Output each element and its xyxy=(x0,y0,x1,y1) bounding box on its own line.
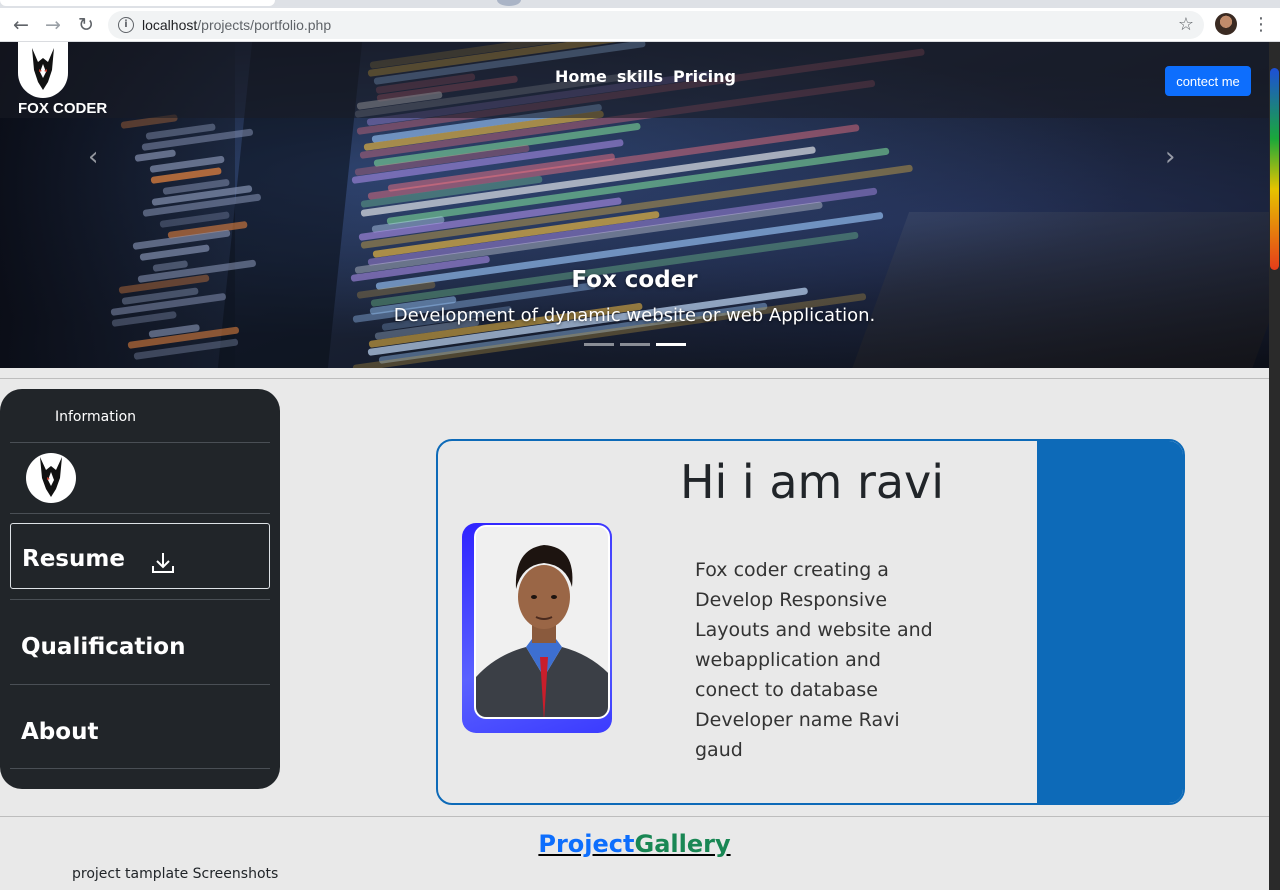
hero-carousel: FOX CODER Home skills Pricing contect me… xyxy=(0,42,1269,368)
logo[interactable] xyxy=(18,42,68,98)
sidebar-item-qualification[interactable]: Qualification xyxy=(21,634,185,660)
carousel-indicators xyxy=(584,343,686,346)
navbar: FOX CODER Home skills Pricing contect me xyxy=(0,42,1269,118)
intro-text: Fox coder creating a Develop Responsive … xyxy=(695,559,933,761)
resume-label: Resume xyxy=(22,546,125,572)
scrollbar[interactable] xyxy=(1269,42,1280,890)
profile-avatar[interactable] xyxy=(1215,13,1237,35)
sidebar-divider xyxy=(10,684,270,685)
new-tab-icon[interactable] xyxy=(497,0,521,6)
url-path: /projects/portfolio.php xyxy=(197,17,332,33)
gallery-title[interactable]: ProjectGallery xyxy=(0,830,1269,858)
person-photo xyxy=(476,527,608,717)
contact-button[interactable]: contect me xyxy=(1165,66,1251,96)
divider xyxy=(0,378,1269,379)
back-arrow-icon[interactable]: ← xyxy=(8,12,34,38)
carousel-prev-icon[interactable]: ‹ xyxy=(88,142,98,172)
intro-heading-text: Hi i am ravi xyxy=(679,455,945,509)
kebab-menu-icon[interactable]: ⋮ xyxy=(1252,12,1270,38)
gallery-title-part1: Project xyxy=(538,830,635,858)
browser-toolbar: ← → ↻ i localhost/projects/portfolio.php… xyxy=(0,8,1280,42)
active-tab[interactable] xyxy=(0,0,275,6)
download-icon[interactable] xyxy=(150,550,176,576)
divider xyxy=(0,816,1269,817)
star-icon[interactable]: ☆ xyxy=(1178,14,1194,35)
url-text[interactable]: localhost/projects/portfolio.php xyxy=(142,17,331,33)
fox-logo-icon xyxy=(32,48,54,90)
main-nav: Home skills Pricing xyxy=(555,67,736,86)
nav-pricing[interactable]: Pricing xyxy=(673,67,736,86)
intro-card: Hi i am ravi Fox coder creating a Develo… xyxy=(436,439,1185,805)
avatar xyxy=(26,453,76,503)
page-viewport: FOX CODER Home skills Pricing contect me… xyxy=(0,42,1269,890)
gallery-title-part2: Gallery xyxy=(634,830,731,858)
intro-heading: Hi i am ravi xyxy=(438,455,1183,509)
sidebar-divider xyxy=(10,768,270,769)
scrollbar-thumb[interactable] xyxy=(1270,68,1279,270)
sidebar-title: Information xyxy=(55,409,137,425)
tab-strip xyxy=(0,0,1280,8)
profile-photo xyxy=(474,525,610,719)
reload-icon[interactable]: ↻ xyxy=(73,12,99,38)
sidebar-divider xyxy=(10,442,270,443)
carousel-caption-title: Fox coder xyxy=(571,267,698,293)
resume-button[interactable]: Resume xyxy=(10,523,270,589)
sidebar-divider xyxy=(10,513,270,514)
nav-home[interactable]: Home xyxy=(555,67,607,86)
carousel-indicator-3[interactable] xyxy=(656,343,686,346)
nav-skills[interactable]: skills xyxy=(617,67,663,86)
forward-arrow-icon[interactable]: → xyxy=(40,12,66,38)
sidebar-divider xyxy=(10,599,270,600)
carousel-indicator-1[interactable] xyxy=(584,343,614,346)
sidebar-item-about[interactable]: About xyxy=(21,719,98,745)
gallery-subtitle: project tamplate Screenshots xyxy=(72,866,279,882)
fox-logo-icon xyxy=(40,457,62,497)
profile-photo-frame xyxy=(462,523,612,733)
info-icon[interactable]: i xyxy=(118,17,134,33)
brand-name[interactable]: FOX CODER xyxy=(18,100,107,117)
address-bar[interactable]: i localhost/projects/portfolio.php ☆ xyxy=(108,11,1204,39)
info-sidebar: Information Resume Qualification About xyxy=(0,389,280,789)
carousel-caption-text: Development of dynamic website or web Ap… xyxy=(393,305,876,326)
url-host: localhost xyxy=(142,17,198,33)
carousel-indicator-2[interactable] xyxy=(620,343,650,346)
carousel-next-icon[interactable]: › xyxy=(1165,142,1175,172)
